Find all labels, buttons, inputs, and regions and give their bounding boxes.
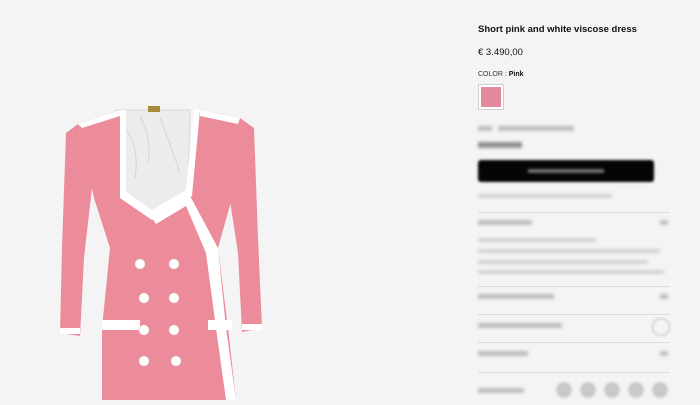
- share-icon[interactable]: [652, 382, 668, 398]
- color-label: COLOR :: [478, 71, 507, 78]
- color-selector-label: COLOR : Pink: [478, 71, 524, 78]
- zipper-pull: [148, 106, 160, 112]
- divider: [478, 212, 670, 213]
- chevron-down-icon: [660, 351, 668, 356]
- right-pocket-trim: [208, 320, 232, 330]
- description-text-redacted: [478, 249, 660, 253]
- divider: [478, 372, 670, 373]
- plus-icon: [660, 294, 668, 299]
- share-icon[interactable]: [556, 382, 572, 398]
- add-to-bag-button[interactable]: [478, 160, 654, 182]
- description-text-redacted: [478, 260, 648, 264]
- size-value-redacted[interactable]: [498, 126, 574, 131]
- product-price: € 3.490,00: [478, 47, 523, 58]
- product-image[interactable]: [40, 88, 280, 405]
- divider: [478, 342, 670, 343]
- plus-icon: [652, 318, 670, 336]
- left-pocket-trim: [102, 320, 140, 330]
- size-guide-link-redacted[interactable]: [478, 142, 522, 148]
- divider: [478, 286, 670, 287]
- description-text-redacted: [478, 270, 664, 274]
- accordion-returns[interactable]: [478, 349, 670, 363]
- product-page: Short pink and white viscose dress € 3.4…: [0, 0, 700, 405]
- share-icon[interactable]: [580, 382, 596, 398]
- chevron-down-icon: [660, 220, 668, 225]
- share-label-redacted: [478, 388, 524, 393]
- color-value: Pink: [508, 71, 524, 78]
- accordion-description[interactable]: [478, 218, 670, 232]
- description-text-redacted: [478, 238, 596, 242]
- product-details: Short pink and white viscose dress € 3.4…: [478, 0, 678, 405]
- share-icon[interactable]: [628, 382, 644, 398]
- product-image-area: [0, 0, 420, 405]
- accordion-composition[interactable]: [478, 292, 670, 306]
- share-icon[interactable]: [604, 382, 620, 398]
- accordion-delivery[interactable]: [478, 318, 670, 336]
- product-title: Short pink and white viscose dress: [478, 24, 637, 35]
- color-swatch-pink[interactable]: [478, 84, 504, 110]
- divider: [478, 314, 670, 315]
- size-label-redacted: [478, 126, 492, 131]
- cta-note-redacted: [478, 194, 612, 198]
